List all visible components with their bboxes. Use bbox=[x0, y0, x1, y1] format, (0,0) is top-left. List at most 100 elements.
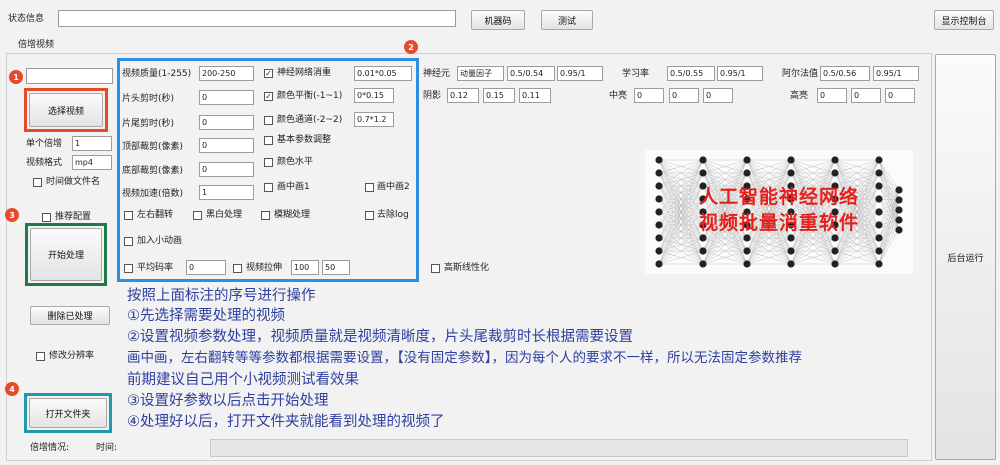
alpha-input-2[interactable]: 0.95/1 bbox=[873, 66, 919, 81]
quality-label: 视频质量(1-255) bbox=[122, 69, 192, 79]
color-channel-checkbox[interactable] bbox=[264, 116, 273, 125]
gauss-checkbox[interactable] bbox=[431, 264, 440, 273]
avg-bitrate-input[interactable]: 0 bbox=[186, 260, 226, 275]
top-crop-label: 顶部裁剪(像素) bbox=[122, 142, 184, 152]
video-format-input[interactable]: mp4 bbox=[72, 155, 112, 170]
learning-rate-input-2[interactable]: 0.95/1 bbox=[717, 66, 763, 81]
color-channel-label: 颜色通道(-2~2) bbox=[277, 115, 343, 125]
nn-node bbox=[655, 156, 663, 164]
nn-node bbox=[875, 169, 883, 177]
color-balance-input[interactable]: 0*0.15 bbox=[354, 88, 394, 103]
neuron-label: 神经元 bbox=[423, 69, 451, 79]
nn-node bbox=[699, 247, 707, 255]
nn-node bbox=[699, 234, 707, 242]
nn-node bbox=[875, 260, 883, 268]
highlight-label: 高亮 bbox=[790, 91, 809, 101]
pip2-checkbox[interactable] bbox=[365, 183, 374, 192]
start-process-button[interactable]: 开始处理 bbox=[30, 228, 102, 281]
recommended-config-checkbox[interactable] bbox=[42, 213, 51, 222]
momentum-input-2[interactable]: 0.95/1 bbox=[557, 66, 603, 81]
instruction-line: 画中画，左右翻转等等参数都根据需要设置，【没有固定参数】，因为每个人的要求不一样… bbox=[127, 350, 802, 366]
momentum-input-1[interactable]: 0.5/0.54 bbox=[507, 66, 555, 81]
single-multiple-label: 单个倍增 bbox=[26, 139, 63, 149]
progress-bar bbox=[210, 439, 908, 457]
bw-checkbox[interactable] bbox=[193, 211, 202, 220]
neural-network-banner: 人工智能神经网络 视频批量消重软件 bbox=[645, 150, 913, 274]
nn-node bbox=[655, 169, 663, 177]
shadow-input-2[interactable]: 0.15 bbox=[483, 88, 515, 103]
nn-denoise-checkbox[interactable]: ✓ bbox=[264, 69, 273, 78]
instruction-line: ③设置好参数以后点击开始处理 bbox=[127, 393, 329, 409]
color-channel-input[interactable]: 0.7*1.2 bbox=[354, 112, 394, 127]
nn-node bbox=[743, 260, 751, 268]
nn-node bbox=[875, 247, 883, 255]
speed-input[interactable]: 1 bbox=[199, 185, 254, 200]
select-video-button[interactable]: 选择视频 bbox=[29, 93, 103, 127]
alpha-input-1[interactable]: 0.5/0.56 bbox=[820, 66, 870, 81]
nn-denoise-label: 神经网络消重 bbox=[277, 68, 332, 78]
color-balance-label: 颜色平衡(-1~1) bbox=[277, 91, 343, 101]
machine-code-button[interactable]: 机器码 bbox=[471, 10, 525, 30]
quality-input[interactable]: 200-250 bbox=[199, 66, 254, 81]
nn-node bbox=[743, 156, 751, 164]
color-level-label: 颜色水平 bbox=[277, 157, 314, 167]
nn-denoise-input[interactable]: 0.01*0.05 bbox=[354, 66, 412, 81]
shadow-input-1[interactable]: 0.12 bbox=[447, 88, 479, 103]
single-multiple-input[interactable]: 1 bbox=[72, 136, 112, 151]
background-run-button[interactable]: 后台运行 bbox=[935, 54, 996, 460]
recommended-config-label: 推荐配置 bbox=[55, 212, 92, 222]
nn-node bbox=[743, 169, 751, 177]
top-crop-input[interactable]: 0 bbox=[199, 138, 254, 153]
timestamp-filename-checkbox[interactable] bbox=[33, 178, 42, 187]
instruction-line: ②设置视频参数处理，视频质量就是视频清晰度，片头尾裁剪时长根据需要设置 bbox=[127, 329, 633, 345]
highlight-input-1[interactable]: 0 bbox=[817, 88, 847, 103]
tail-cut-input[interactable]: 0 bbox=[199, 115, 254, 130]
avg-bitrate-label: 平均码率 bbox=[137, 263, 174, 273]
bw-label: 黑白处理 bbox=[206, 210, 243, 220]
instruction-line: ④处理好以后，打开文件夹就能看到处理的视频了 bbox=[127, 414, 445, 430]
file-path-input[interactable] bbox=[26, 68, 113, 84]
instruction-line: 前期建议自己用个小视频测试看效果 bbox=[127, 372, 359, 388]
remove-logo-checkbox[interactable] bbox=[365, 211, 374, 220]
flip-lr-label: 左右翻转 bbox=[137, 210, 174, 220]
nn-node bbox=[875, 234, 883, 242]
color-balance-checkbox[interactable]: ✓ bbox=[264, 92, 273, 101]
color-level-checkbox[interactable] bbox=[264, 158, 273, 167]
status-field[interactable] bbox=[58, 10, 456, 27]
pip1-checkbox[interactable] bbox=[264, 183, 273, 192]
pip1-label: 画中画1 bbox=[277, 182, 310, 192]
time-label: 时间: bbox=[96, 443, 118, 453]
test-button[interactable]: 测试 bbox=[541, 10, 593, 30]
highlight-input-2[interactable]: 0 bbox=[851, 88, 881, 103]
midtone-input-1[interactable]: 0 bbox=[634, 88, 664, 103]
midtone-input-3[interactable]: 0 bbox=[703, 88, 733, 103]
avg-bitrate-checkbox[interactable] bbox=[124, 264, 133, 273]
banner-title-line2: 视频批量消重软件 bbox=[698, 212, 859, 234]
highlight-input-3[interactable]: 0 bbox=[885, 88, 915, 103]
blur-checkbox[interactable] bbox=[261, 211, 270, 220]
open-folder-button[interactable]: 打开文件夹 bbox=[29, 398, 107, 428]
step-marker-1: 1 bbox=[9, 70, 23, 84]
video-stretch-checkbox[interactable] bbox=[233, 264, 242, 273]
head-cut-input[interactable]: 0 bbox=[199, 90, 254, 105]
add-animation-checkbox[interactable] bbox=[124, 237, 133, 246]
instruction-line: 按照上面标注的序号进行操作 bbox=[127, 288, 316, 304]
nn-node bbox=[831, 156, 839, 164]
show-console-button[interactable]: 显示控制台 bbox=[934, 10, 994, 30]
nn-node bbox=[655, 247, 663, 255]
nn-node bbox=[787, 156, 795, 164]
modify-resolution-checkbox[interactable] bbox=[36, 352, 45, 361]
nn-node bbox=[787, 234, 795, 242]
step-marker-2: 2 bbox=[404, 40, 418, 54]
nn-node bbox=[699, 156, 707, 164]
shadow-input-3[interactable]: 0.11 bbox=[519, 88, 551, 103]
stretch-width-input[interactable]: 100 bbox=[291, 260, 319, 275]
modify-resolution-label: 修改分辨率 bbox=[49, 351, 95, 361]
bottom-crop-input[interactable]: 0 bbox=[199, 162, 254, 177]
delete-processed-button[interactable]: 删除已处理 bbox=[30, 306, 110, 325]
basic-params-checkbox[interactable] bbox=[264, 136, 273, 145]
learning-rate-input-1[interactable]: 0.5/0.55 bbox=[667, 66, 715, 81]
stretch-height-input[interactable]: 50 bbox=[322, 260, 350, 275]
midtone-input-2[interactable]: 0 bbox=[669, 88, 699, 103]
flip-lr-checkbox[interactable] bbox=[124, 211, 133, 220]
